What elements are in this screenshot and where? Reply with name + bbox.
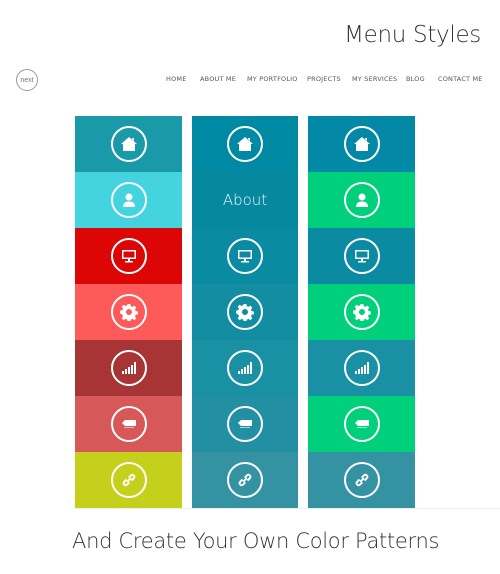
menu-item-label: About	[222, 191, 268, 209]
menu-item-user[interactable]: About	[192, 172, 298, 228]
nav-blog[interactable]: BLOG	[406, 75, 425, 83]
menu-item-user[interactable]	[75, 172, 182, 228]
signal-icon	[227, 350, 263, 386]
signal-icon	[110, 350, 147, 386]
home-icon	[227, 126, 263, 162]
menu-item-gear[interactable]	[192, 284, 298, 340]
menu-style-1	[75, 116, 182, 508]
nav-home[interactable]: HOME	[166, 75, 187, 83]
menu-style-3	[308, 116, 415, 508]
footer-heading: And Create Your Own Color Patterns	[72, 529, 440, 553]
user-icon	[343, 182, 380, 218]
divider	[75, 508, 500, 509]
tag-icon	[227, 406, 263, 442]
menu-item-home[interactable]	[75, 116, 182, 172]
link-icon	[343, 462, 380, 498]
monitor-icon	[343, 238, 380, 274]
nav-about-me[interactable]: ABOUT ME	[200, 75, 236, 83]
menu-item-gear[interactable]	[75, 284, 182, 340]
nav-projects[interactable]: PROJECTS	[307, 75, 341, 83]
gear-icon	[110, 294, 147, 330]
user-icon	[110, 182, 147, 218]
menu-item-gear[interactable]	[308, 284, 415, 340]
menu-item-home[interactable]	[308, 116, 415, 172]
menu-item-link[interactable]	[308, 452, 415, 508]
tag-icon	[343, 406, 380, 442]
nav-my-portfolio[interactable]: MY PORTFOLIO	[247, 75, 298, 83]
home-icon	[110, 126, 147, 162]
signal-icon	[343, 350, 380, 386]
monitor-icon	[227, 238, 263, 274]
menu-style-2: About	[192, 116, 298, 508]
menu-item-signal[interactable]	[75, 340, 182, 396]
home-icon	[343, 126, 380, 162]
menu-item-tag[interactable]	[192, 396, 298, 452]
menu-item-monitor[interactable]	[308, 228, 415, 284]
menu-item-signal[interactable]	[308, 340, 415, 396]
menu-item-tag[interactable]	[75, 396, 182, 452]
link-icon	[227, 462, 263, 498]
link-icon	[110, 462, 147, 498]
monitor-icon	[110, 238, 147, 274]
menu-item-home[interactable]	[192, 116, 298, 172]
menu-item-monitor[interactable]	[192, 228, 298, 284]
nav-contact-me[interactable]: CONTACT ME	[438, 75, 483, 83]
menu-item-signal[interactable]	[192, 340, 298, 396]
menu-item-link[interactable]	[192, 452, 298, 508]
page-title: Menu Styles	[344, 22, 481, 48]
menu-item-link[interactable]	[75, 452, 182, 508]
gear-icon	[227, 294, 263, 330]
gear-icon	[343, 294, 380, 330]
tag-icon	[110, 406, 147, 442]
top-nav: HOME ABOUT ME MY PORTFOLIO PROJECTS MY S…	[0, 75, 500, 85]
menu-item-user[interactable]	[308, 172, 415, 228]
menu-item-monitor[interactable]	[75, 228, 182, 284]
nav-my-services[interactable]: MY SERVICES	[352, 75, 397, 83]
menu-item-tag[interactable]	[308, 396, 415, 452]
